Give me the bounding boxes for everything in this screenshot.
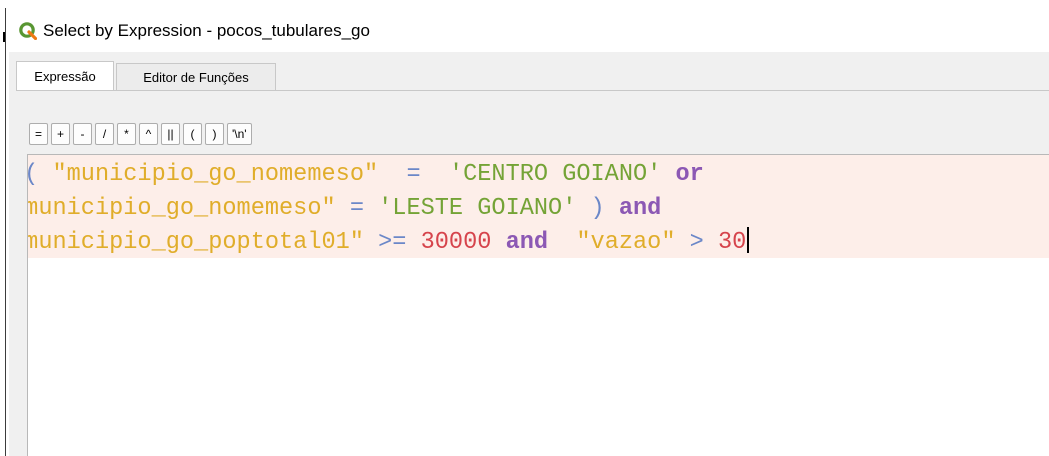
field-token: "municipio_go_poptotal01": [27, 229, 364, 256]
operator-token: [661, 161, 675, 188]
operator-plus-button[interactable]: +: [51, 123, 70, 145]
field-token: "vazao": [576, 229, 676, 256]
window-title: Select by Expression - pocos_tubulares_g…: [43, 21, 370, 40]
tab-bar-baseline: [16, 90, 1049, 91]
dialog-body: Expressão Editor de Funções = + - / * ^ …: [9, 52, 1049, 456]
operator-equals-button[interactable]: =: [29, 123, 48, 145]
keyword-token: or: [675, 161, 704, 188]
text-caret: [747, 227, 749, 253]
operator-token: [491, 229, 505, 256]
operator-token: ): [576, 195, 619, 222]
operator-token: =: [335, 195, 379, 222]
field-token: "municipio_go_nomemeso": [52, 161, 379, 188]
operator-divide-button[interactable]: /: [95, 123, 114, 145]
title-bar: Select by Expression - pocos_tubulares_g…: [9, 10, 1049, 52]
window-left-marker: [3, 32, 5, 42]
operator-token: =: [378, 161, 449, 188]
expression-code[interactable]: ( "municipio_go_nomemeso" = 'CENTRO GOIA…: [27, 158, 749, 260]
operator-token: >=: [363, 229, 421, 256]
field-token: "municipio_go_nomemeso": [27, 195, 336, 222]
expression-line[interactable]: ( "municipio_go_nomemeso" = 'CENTRO GOIA…: [28, 158, 749, 192]
window-left-border: [5, 8, 6, 456]
operator-power-button[interactable]: ^: [139, 123, 158, 145]
expression-line[interactable]: "municipio_go_poptotal01" >= 30000 and "…: [27, 226, 749, 260]
operator-multiply-button[interactable]: *: [117, 123, 136, 145]
operator-token: >: [675, 229, 718, 256]
expression-editor[interactable]: ( "municipio_go_nomemeso" = 'CENTRO GOIA…: [27, 154, 1049, 456]
operator-toolbar: = + - / * ^ || ( ) '\n': [29, 123, 252, 145]
keyword-token: and: [505, 229, 549, 256]
operator-close-paren-button[interactable]: ): [205, 123, 224, 145]
tab-bar: Expressão Editor de Funções: [16, 61, 276, 91]
number-token: 30000: [420, 229, 492, 256]
string-literal-token: 'CENTRO GOIANO': [448, 161, 662, 188]
operator-concat-button[interactable]: ||: [161, 123, 180, 145]
operator-token: [548, 229, 576, 256]
qgis-logo-icon: [19, 22, 37, 40]
window-left-edge: [0, 0, 9, 456]
tab-editor-de-funcoes[interactable]: Editor de Funções: [116, 63, 276, 90]
keyword-token: and: [618, 195, 662, 222]
expression-line[interactable]: "municipio_go_nomemeso" = 'LESTE GOIANO'…: [27, 192, 749, 226]
operator-newline-button[interactable]: '\n': [227, 123, 252, 145]
string-literal-token: 'LESTE GOIANO': [378, 195, 577, 222]
number-token: 30: [718, 229, 747, 256]
tab-expressao[interactable]: Expressão: [16, 61, 114, 91]
operator-open-paren-button[interactable]: (: [183, 123, 202, 145]
operator-minus-button[interactable]: -: [73, 123, 92, 145]
operator-token: (: [28, 161, 52, 188]
